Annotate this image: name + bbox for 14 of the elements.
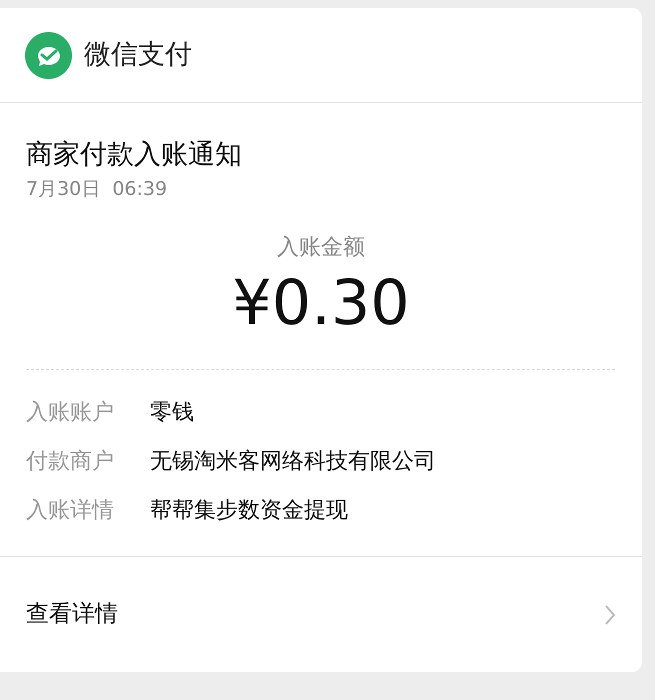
amount-value: ¥0.30 [232,265,410,341]
detail-value: 零钱 [150,399,194,427]
wallet-logo-icon [25,32,72,78]
notice-title: 商家付款入账通知 [26,138,243,172]
chevron-right-icon [604,604,616,626]
view-details-link[interactable]: 查看详情 [26,597,616,632]
app-title: 微信支付 [84,38,192,72]
detail-label: 付款商户 [26,448,115,476]
detail-label: 入账账户 [26,399,115,427]
amount-label: 入账金额 [277,234,365,262]
notice-time: 7月30日 06:39 [26,177,168,202]
detail-value: 帮帮集步数资金提现 [150,497,348,525]
detail-value: 无锡淘米客网络科技有限公司 [150,448,436,476]
detail-label: 入账详情 [26,497,115,525]
